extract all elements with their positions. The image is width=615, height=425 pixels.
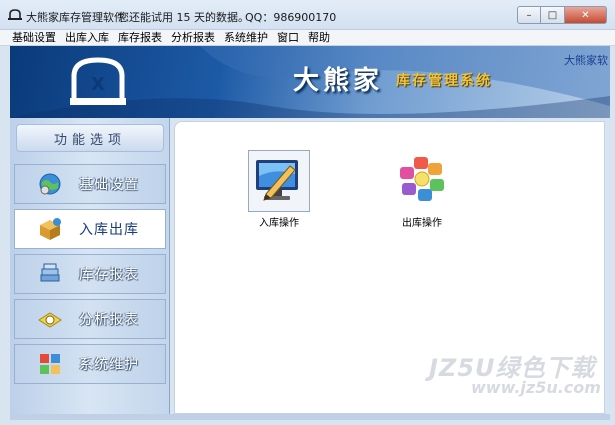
minimize-button[interactable]: – — [517, 6, 541, 24]
trial-notice: 您还能试用 15 天的数据。 — [118, 11, 249, 24]
status-bar — [10, 414, 610, 420]
puzzle-icon — [40, 354, 60, 374]
title-bar: 大熊家库存管理软件 您还能试用 15 天的数据。 QQ：986900170 – … — [0, 0, 615, 30]
watermark: JZ5U绿色下载 www.jz5u.com — [429, 348, 609, 402]
menu-help[interactable]: 帮助 — [308, 30, 330, 45]
box-icon — [40, 218, 61, 240]
tile-stock-out-frame — [391, 150, 453, 212]
report-stack-icon — [40, 263, 60, 282]
sidebar-label-system-maintenance: 系统维护 — [79, 357, 139, 373]
sidebar-label-basic-settings: 基础设置 — [79, 177, 139, 193]
svg-text:X: X — [91, 74, 105, 95]
sidebar-header: 功能选项 — [16, 124, 164, 152]
sidebar-label-analysis-report: 分析报表 — [79, 312, 139, 328]
menu-system-maintenance[interactable]: 系统维护 — [224, 30, 268, 45]
app-icon — [8, 9, 22, 20]
header-banner: X 大熊家 库存管理系统 大熊家软 — [10, 46, 610, 118]
menu-inventory-report[interactable]: 库存报表 — [118, 30, 162, 45]
menu-bar: 基础设置 出库入库 库存报表 分析报表 系统维护 窗口 帮助 — [0, 30, 615, 46]
app-window: 大熊家库存管理软件 您还能试用 15 天的数据。 QQ：986900170 – … — [0, 0, 615, 425]
sidebar-item-system-maintenance[interactable]: 系统维护 — [14, 344, 166, 384]
menu-basic-settings[interactable]: 基础设置 — [12, 30, 56, 45]
close-button[interactable]: ✕ — [565, 6, 607, 24]
tile-stock-in-frame — [248, 150, 310, 212]
sidebar-item-analysis-report[interactable]: 分析报表 — [14, 299, 166, 339]
tile-stock-out-label: 出库操作 — [402, 218, 442, 229]
analysis-icon — [38, 312, 62, 328]
close-icon: ✕ — [581, 9, 590, 21]
window-title: 大熊家库存管理软件 — [26, 11, 125, 24]
sidebar-item-inventory-report[interactable]: 库存报表 — [14, 254, 166, 294]
watermark-url: www.jz5u.com — [471, 378, 601, 397]
monitor-pencil-icon — [256, 160, 298, 201]
window-controls: – □ ✕ — [517, 6, 607, 24]
menu-stock-in-out[interactable]: 出库入库 — [65, 30, 109, 45]
minimize-icon: – — [526, 9, 532, 21]
sidebar-item-stock-in-out[interactable]: 入库出库 — [14, 209, 166, 249]
brand-subtitle: 库存管理系统 — [396, 73, 492, 89]
tile-stock-in-label: 入库操作 — [259, 218, 299, 229]
maximize-button[interactable]: □ — [541, 6, 565, 24]
brand-name: 大熊家 — [293, 66, 384, 96]
logo-icon: X — [70, 57, 126, 105]
menu-analysis-report[interactable]: 分析报表 — [171, 30, 215, 45]
function-sidebar: 功能选项 基础设置 入库出库 库存报表 分析报表 系统维护 — [10, 118, 170, 414]
colored-cubes-icon — [400, 157, 444, 201]
sidebar-item-basic-settings[interactable]: 基础设置 — [14, 164, 166, 204]
globe-settings-icon — [39, 173, 61, 195]
maximize-icon: □ — [547, 9, 558, 21]
sidebar-label-stock-in-out: 入库出库 — [79, 222, 139, 238]
qq-number: QQ：986900170 — [245, 11, 337, 24]
sidebar-label-inventory-report: 库存报表 — [79, 267, 139, 283]
menu-window[interactable]: 窗口 — [277, 30, 299, 45]
tile-stock-in[interactable]: 入库操作 — [239, 150, 319, 229]
marquee-text: 大熊家软 — [564, 54, 608, 67]
tile-stock-out[interactable]: 出库操作 — [382, 150, 462, 229]
